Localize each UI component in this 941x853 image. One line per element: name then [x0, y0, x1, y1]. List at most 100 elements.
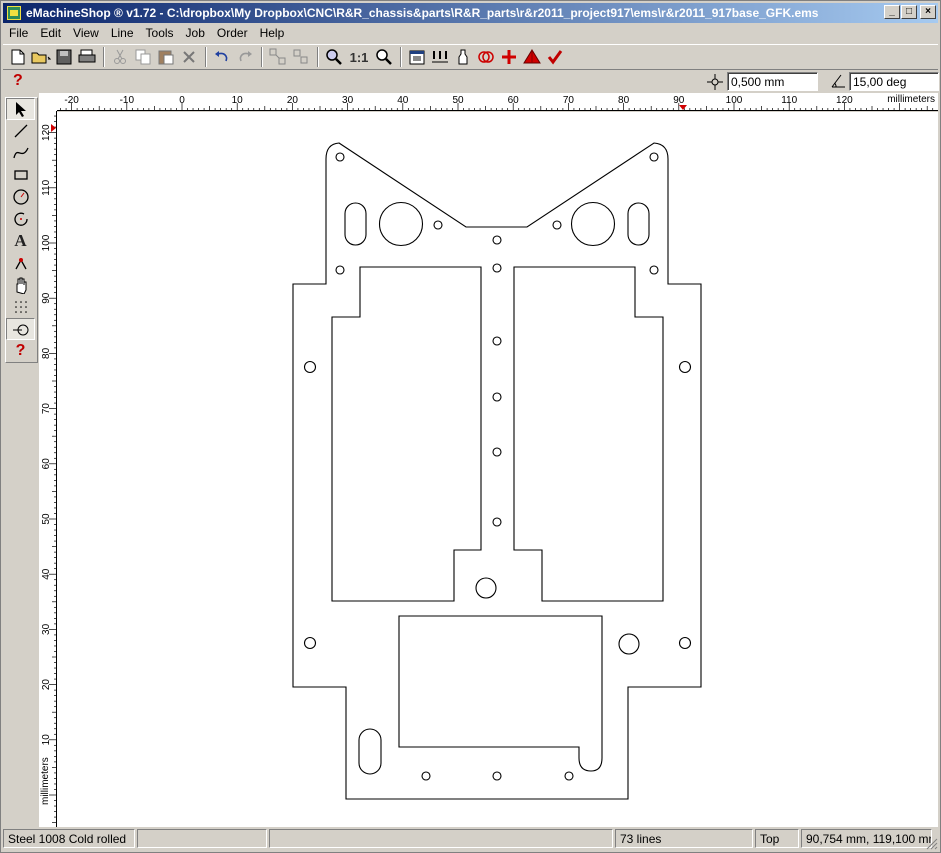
slot-bottom-left [358, 728, 382, 775]
angle-snap-icon[interactable] [829, 73, 847, 91]
dimension-icon[interactable] [429, 46, 451, 68]
text-tool-icon[interactable]: A [6, 230, 35, 252]
zoom-1to1-label: 1:1 [349, 49, 369, 65]
node-tool-icon[interactable] [6, 252, 35, 274]
app-window: eMachineShop ® v1.72 - C:\dropbox\My Dro… [0, 0, 941, 853]
resize-grip[interactable] [926, 838, 938, 850]
ruler-tick-label: 120 [41, 124, 52, 141]
line-tool-icon[interactable] [6, 120, 35, 142]
ruler-tick-label: 110 [41, 179, 52, 195]
status-line-count: 73 lines [615, 829, 753, 848]
menu-order[interactable]: Order [211, 26, 254, 40]
ruler-tick-label: 20 [287, 95, 299, 106]
circle-tool-icon[interactable] [6, 186, 35, 208]
ungroup-icon[interactable] [290, 46, 312, 68]
hole-small [492, 235, 502, 245]
copy-icon[interactable] [132, 46, 154, 68]
hole-small [649, 265, 659, 275]
ruler-tick-label: 70 [41, 403, 52, 415]
ruler-tick-label: 50 [41, 513, 52, 525]
zoom-icon[interactable] [373, 46, 395, 68]
ruler-tick-label: 20 [41, 679, 52, 691]
close-button[interactable]: × [920, 5, 936, 19]
ruler-unit-label: millimeters [887, 94, 935, 105]
drawing-canvas[interactable] [57, 112, 938, 827]
rectangle-tool-icon[interactable] [6, 164, 35, 186]
paste-icon[interactable] [155, 46, 177, 68]
menu-help[interactable]: Help [254, 26, 291, 40]
right-cutout [513, 266, 664, 602]
help-tool-icon[interactable]: ? [6, 340, 35, 362]
hole-small [335, 152, 345, 162]
minimize-button[interactable]: _ [884, 5, 900, 19]
group-icon[interactable] [267, 46, 289, 68]
hole-small [649, 152, 659, 162]
vertical-ruler: 120 110 100 90 80 70 60 50 40 30 20 10 millimeters [39, 111, 57, 827]
left-cutout [331, 266, 482, 602]
check-overlap-icon[interactable] [475, 46, 497, 68]
app-logo-icon [7, 6, 21, 20]
hole-small [433, 220, 443, 230]
ruler-corner [39, 93, 57, 111]
hole-side [303, 360, 317, 374]
3d-view-icon[interactable] [521, 46, 543, 68]
hole-small [552, 220, 562, 230]
undo-icon[interactable] [211, 46, 233, 68]
menu-file[interactable]: File [3, 26, 34, 40]
ruler-tick-label: -10 [120, 95, 135, 106]
maximize-button[interactable]: □ [901, 5, 917, 19]
menu-job[interactable]: Job [180, 26, 211, 40]
ruler-tick-label: 30 [41, 623, 52, 635]
grid-spacing-input[interactable] [727, 72, 818, 91]
zoom-in-icon[interactable] [323, 46, 345, 68]
vruler-unit-label: millimeters [40, 757, 51, 805]
hole-side [678, 360, 692, 374]
title-bar[interactable]: eMachineShop ® v1.72 - C:\dropbox\My Dro… [3, 3, 938, 23]
curve-tool-icon[interactable] [6, 142, 35, 164]
arc-tool-icon[interactable] [6, 208, 35, 230]
hole-medium-right [618, 633, 640, 655]
snap-tool-icon[interactable] [6, 318, 35, 340]
menu-tools[interactable]: Tools [140, 26, 180, 40]
ruler-tick-label: 60 [41, 458, 52, 470]
ruler-tick-label: 70 [563, 95, 575, 106]
main-toolbar: 1:1 [3, 44, 938, 70]
zoom-1to1-icon[interactable]: 1:1 [346, 46, 372, 68]
angle-snap-input[interactable] [849, 72, 939, 91]
redo-icon[interactable] [234, 46, 256, 68]
ruler-tick-label: 100 [726, 95, 743, 106]
ruler-tick-label: 100 [41, 234, 52, 251]
help-icon[interactable]: ? [13, 72, 23, 90]
ruler-tick-label: 90 [673, 95, 685, 106]
menu-view[interactable]: View [67, 26, 105, 40]
menu-line[interactable]: Line [105, 26, 140, 40]
menu-edit[interactable]: Edit [34, 26, 67, 40]
open-icon[interactable] [30, 46, 52, 68]
part-drawing[interactable] [57, 112, 938, 827]
status-bar: Steel 1008 Cold rolled 73 lines Top 90,7… [3, 829, 938, 850]
hole-side [303, 636, 317, 650]
properties-icon[interactable] [406, 46, 428, 68]
hole-small [492, 447, 502, 457]
new-icon[interactable] [7, 46, 29, 68]
ruler-tick-label: 10 [232, 95, 244, 106]
print-icon[interactable] [76, 46, 98, 68]
hand-tool-icon[interactable] [6, 274, 35, 296]
grid-snap-icon[interactable] [706, 73, 724, 91]
ruler-tick-label: 0 [179, 95, 185, 106]
ruler-tick-label: 110 [781, 95, 797, 106]
pointer-tool-icon[interactable] [6, 98, 35, 120]
cut-icon[interactable] [109, 46, 131, 68]
ruler-tick-label: 50 [452, 95, 464, 106]
hole-side [678, 636, 692, 650]
add-point-icon[interactable] [498, 46, 520, 68]
save-icon[interactable] [53, 46, 75, 68]
delete-icon[interactable] [178, 46, 200, 68]
hole-small [421, 771, 431, 781]
grid-tool-icon[interactable] [6, 296, 35, 318]
ruler-tick-label: 80 [41, 347, 52, 359]
bottom-cutout [398, 615, 603, 772]
ruler-cursor-marker [679, 105, 687, 110]
bottle-icon[interactable] [452, 46, 474, 68]
check-icon[interactable] [544, 46, 566, 68]
